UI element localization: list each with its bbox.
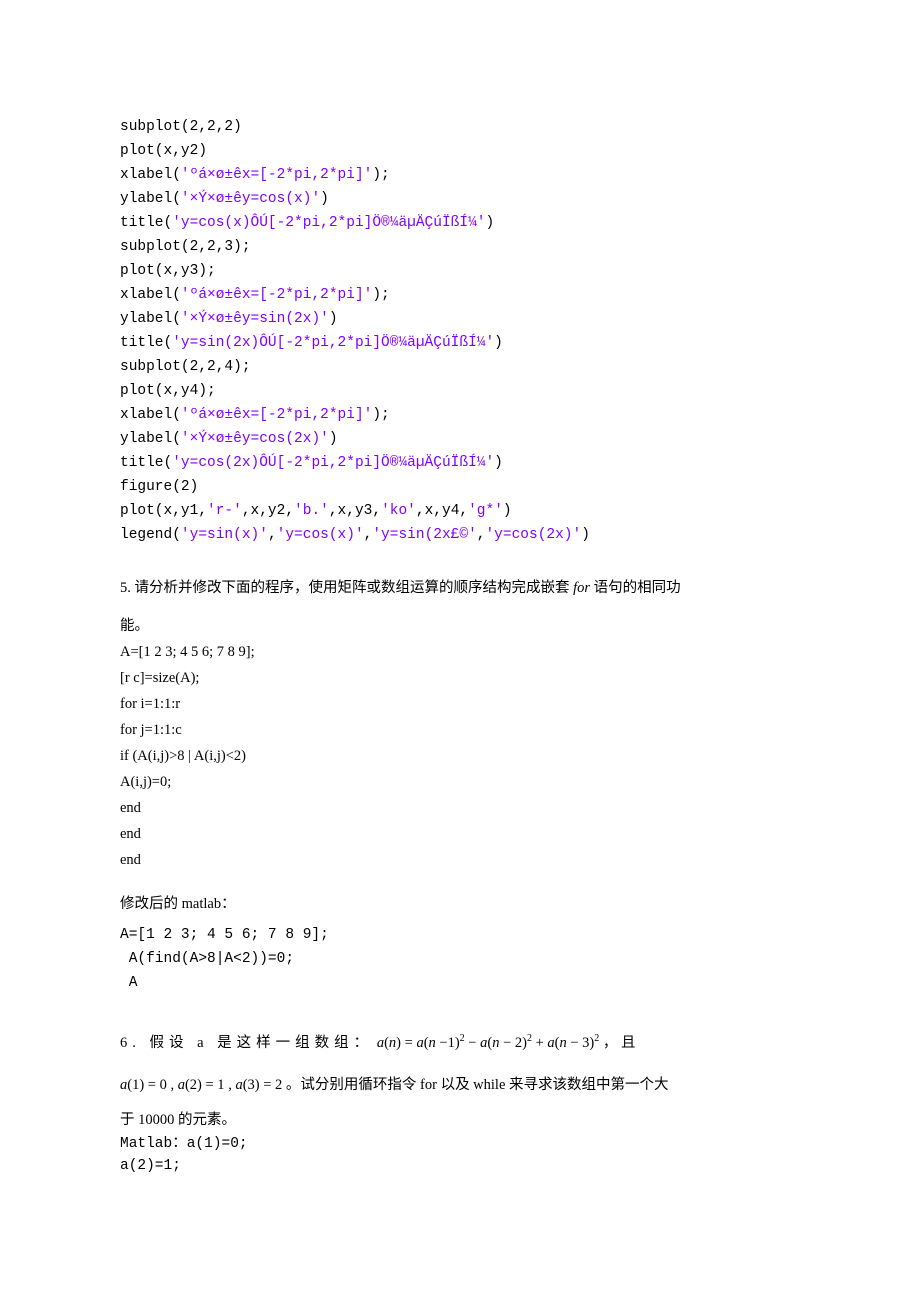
q5-code-line: for j=1:1:c [120, 717, 800, 743]
q5-modified-label: 修改后的 matlab： [120, 891, 800, 917]
code-line: plot(x,y2) [120, 139, 800, 163]
question-5: 5. 请分析并修改下面的程序，使用矩阵或数组运算的顺序结构完成嵌套 for 语句… [120, 575, 800, 995]
code-line: xlabel('ºá×ø±êx=[-2*pi,2*pi]'); [120, 163, 800, 187]
q6-line2: a(1) = 0 , a(2) = 1 , a(3) = 2 。试分别用循环指令… [120, 1063, 800, 1107]
question-6: 6. 假设 a 是这样一组数组： a(n) = a(n −1)2 − a(n −… [120, 1023, 800, 1177]
code-line: subplot(2,2,3); [120, 235, 800, 259]
question-5-prompt-tail: 能。 [120, 613, 800, 639]
question-5-prompt: 5. 请分析并修改下面的程序，使用矩阵或数组运算的顺序结构完成嵌套 for 语句… [120, 575, 800, 601]
code-line: ylabel('×Ý×ø±êy=sin(2x)') [120, 307, 800, 331]
q6-matlab-line: a(2)=1; [120, 1155, 800, 1177]
code-line: figure(2) [120, 475, 800, 499]
code-line: title('y=cos(2x)ÔÚ[-2*pi,2*pi]Ö®¼äµÄÇúÏß… [120, 451, 800, 475]
q5-code-line: A=[1 2 3; 4 5 6; 7 8 9]; [120, 639, 800, 665]
q6-matlab-line: Matlab：a(1)=0; [120, 1133, 800, 1155]
code-line: subplot(2,2,4); [120, 355, 800, 379]
code-line: plot(x,y3); [120, 259, 800, 283]
code-line: subplot(2,2,2) [120, 115, 800, 139]
code-line: ylabel('×Ý×ø±êy=cos(x)') [120, 187, 800, 211]
q5-modified-code: A=[1 2 3; 4 5 6; 7 8 9]; A(find(A>8|A<2)… [120, 923, 800, 995]
matlab-code-block-1: subplot(2,2,2) plot(x,y2) xlabel('ºá×ø±ê… [120, 115, 800, 547]
q5-code-line: for i=1:1:r [120, 691, 800, 717]
code-line: title('y=cos(x)ÔÚ[-2*pi,2*pi]Ö®¼äµÄÇúÏßÍ… [120, 211, 800, 235]
q5-code-line: end [120, 821, 800, 847]
document-page: subplot(2,2,2) plot(x,y2) xlabel('ºá×ø±ê… [0, 0, 920, 1237]
q5-code-line: end [120, 795, 800, 821]
code-line: A=[1 2 3; 4 5 6; 7 8 9]; [120, 923, 800, 947]
code-line: xlabel('ºá×ø±êx=[-2*pi,2*pi]'); [120, 403, 800, 427]
code-line: A(find(A>8|A<2))=0; [120, 947, 800, 971]
q5-code-line: A(i,j)=0; [120, 769, 800, 795]
code-line: A [120, 971, 800, 995]
code-line: xlabel('ºá×ø±êx=[-2*pi,2*pi]'); [120, 283, 800, 307]
q6-line3: 于 10000 的元素。 [120, 1107, 800, 1133]
code-line: plot(x,y1,'r-',x,y2,'b.',x,y3,'ko',x,y4,… [120, 499, 800, 523]
q6-line1: 6. 假设 a 是这样一组数组： a(n) = a(n −1)2 − a(n −… [120, 1023, 800, 1063]
q5-code-line: end [120, 847, 800, 873]
code-line: ylabel('×Ý×ø±êy=cos(2x)') [120, 427, 800, 451]
code-line: legend('y=sin(x)','y=cos(x)','y=sin(2x£©… [120, 523, 800, 547]
code-line: title('y=sin(2x)ÔÚ[-2*pi,2*pi]Ö®¼äµÄÇúÏß… [120, 331, 800, 355]
q5-code-line: [r c]=size(A); [120, 665, 800, 691]
q5-code-line: if (A(i,j)>8 | A(i,j)<2) [120, 743, 800, 769]
code-line: plot(x,y4); [120, 379, 800, 403]
